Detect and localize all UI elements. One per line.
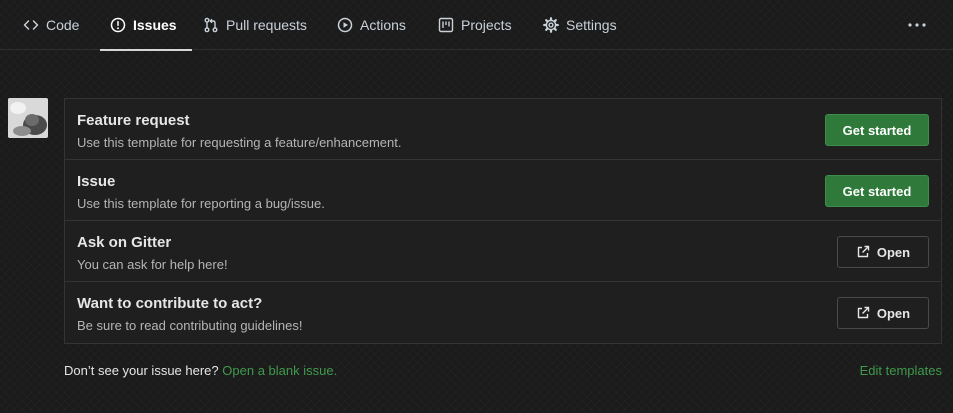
tab-issues[interactable]: Issues	[100, 0, 192, 51]
play-icon	[337, 17, 353, 33]
avatar[interactable]	[8, 98, 48, 138]
template-title: Issue	[77, 173, 116, 190]
button-label: Get started	[842, 183, 912, 199]
tab-pull-requests[interactable]: Pull requests	[203, 0, 307, 50]
issue-opened-icon	[110, 17, 126, 33]
button-label: Get started	[842, 122, 912, 138]
template-row: Ask on Gitter You can ask for help here!…	[65, 221, 941, 282]
tab-settings[interactable]: Settings	[543, 0, 617, 50]
tab-actions[interactable]: Actions	[337, 0, 406, 50]
template-title: Ask on Gitter	[77, 234, 172, 251]
template-description: Use this template for requesting a featu…	[77, 135, 402, 150]
issue-template-list: Feature request Use this template for re…	[64, 98, 942, 344]
template-description: Be sure to read contributing guidelines!	[77, 318, 303, 333]
open-blank-issue-link[interactable]: Open a blank issue.	[222, 363, 337, 378]
tab-projects[interactable]: Projects	[438, 0, 512, 50]
template-row: Feature request Use this template for re…	[65, 99, 941, 160]
template-description: Use this template for reporting a bug/is…	[77, 196, 325, 211]
tab-label: Settings	[566, 17, 617, 33]
tab-label: Pull requests	[226, 17, 307, 33]
template-row: Want to contribute to act? Be sure to re…	[65, 282, 941, 343]
code-icon	[23, 20, 39, 30]
get-started-button[interactable]: Get started	[825, 175, 929, 207]
edit-templates-link[interactable]: Edit templates	[860, 363, 942, 378]
template-title: Want to contribute to act?	[77, 295, 263, 312]
template-title: Feature request	[77, 112, 190, 129]
template-description: You can ask for help here!	[77, 257, 228, 272]
blank-issue-prompt: Don’t see your issue here? Open a blank …	[64, 363, 337, 378]
tab-label: Actions	[360, 17, 406, 33]
tab-label: Code	[46, 17, 80, 33]
prompt-text: Don’t see your issue here?	[64, 363, 219, 378]
kebab-horizontal-icon[interactable]	[907, 17, 927, 33]
template-row: Issue Use this template for reporting a …	[65, 160, 941, 221]
repo-nav: Code Issues Pull requests Actions Projec…	[0, 0, 953, 51]
get-started-button[interactable]: Get started	[825, 114, 929, 146]
gear-icon	[543, 17, 559, 33]
project-icon	[438, 17, 454, 33]
open-button[interactable]: Open	[837, 236, 929, 268]
button-label: Open	[876, 305, 911, 321]
pull-request-icon	[204, 17, 218, 33]
tab-label: Issues	[133, 17, 177, 33]
tab-label: Projects	[461, 17, 512, 33]
tab-code[interactable]: Code	[23, 0, 79, 50]
link-external-icon	[857, 306, 870, 319]
link-external-icon	[857, 245, 870, 258]
open-button[interactable]: Open	[837, 297, 929, 329]
button-label: Open	[876, 244, 911, 260]
avatar-image	[8, 98, 48, 138]
